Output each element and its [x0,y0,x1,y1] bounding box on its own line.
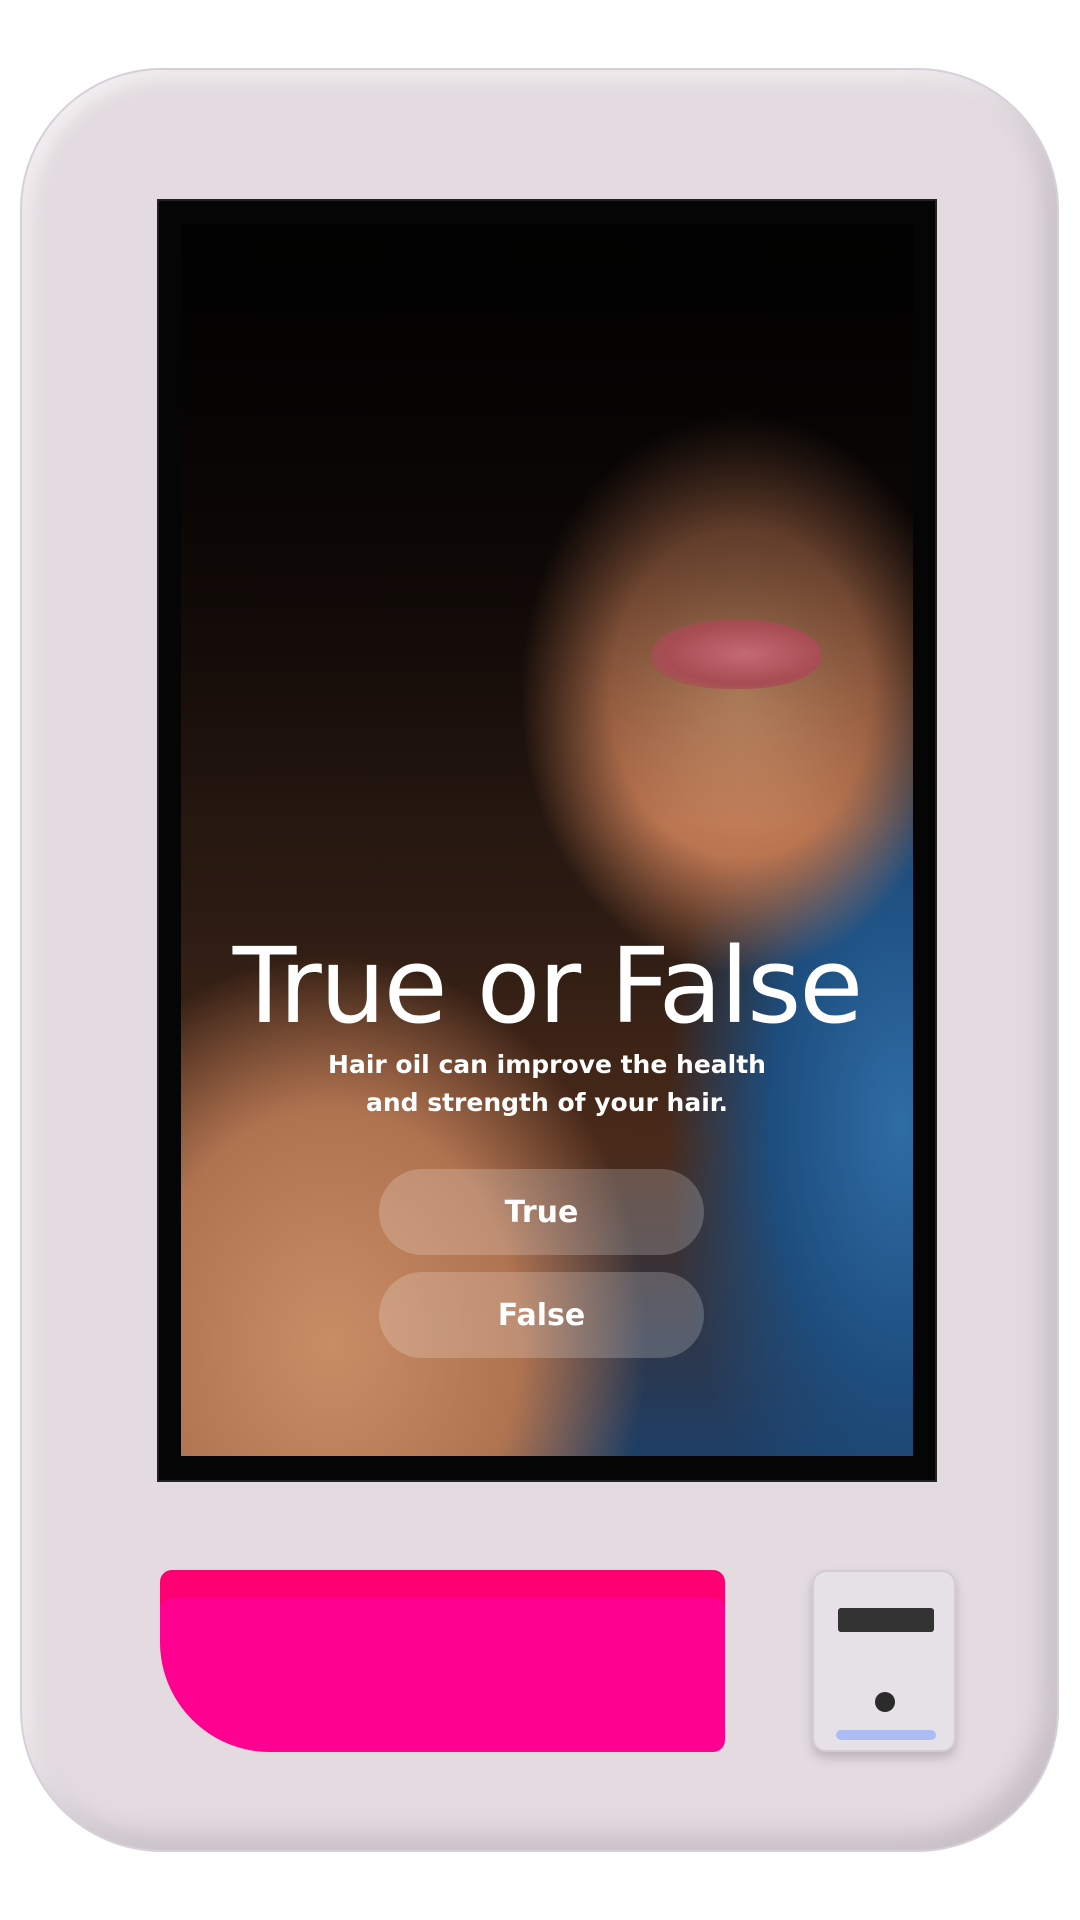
quiz-statement-line-2: and strength of your hair. [365,1088,729,1117]
answer-false-button[interactable]: False [379,1272,704,1358]
card-reader-slot [838,1608,934,1632]
card-reader[interactable] [812,1570,956,1752]
quiz-title: True or False [232,925,863,1047]
background-photo-detail [651,619,821,689]
quiz-statement-line-1: Hair oil can improve the health [328,1050,766,1079]
product-dispense-slot [160,1570,725,1752]
card-reader-indicator-light [836,1730,936,1740]
quiz-statement: Hair oil can improve the health and stre… [181,1046,913,1122]
quiz-screen: True or False Hair oil can improve the h… [181,224,913,1456]
card-reader-sensor-icon [875,1692,895,1712]
background-photo-shade [181,224,913,824]
answer-true-button[interactable]: True [379,1169,704,1255]
